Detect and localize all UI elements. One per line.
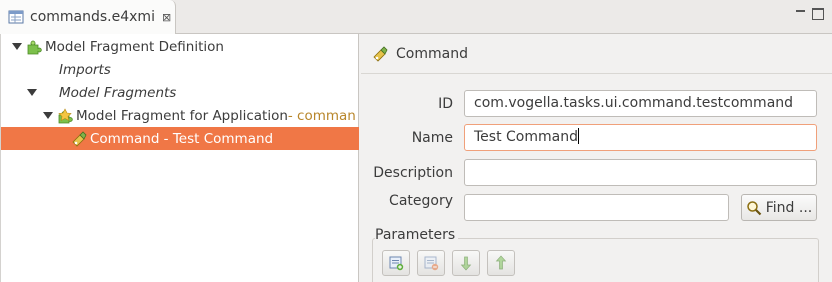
move-up-button[interactable] [487,250,515,276]
description-field[interactable] [464,159,817,186]
move-down-button[interactable] [452,250,480,276]
add-parameter-icon [389,256,404,271]
editor-tab-title: commands.e4xmi [30,9,155,25]
details-title: Command [396,45,468,62]
tree-item-command-test-command[interactable]: Command - Test Command [1,127,359,150]
find-button-label: Find ... [765,199,813,216]
tree-item-label: Command - Test Command [90,130,274,147]
search-icon [747,200,762,215]
e4xmi-file-icon [8,10,24,24]
text-caret [577,128,579,144]
maximize-icon[interactable] [812,8,824,20]
editor-tab[interactable]: commands.e4xmi ⊠ [0,0,176,34]
tree-item-imports[interactable]: Imports [1,58,359,81]
tab-close-icon[interactable]: ⊠ [162,12,171,23]
move-up-icon [495,255,507,270]
command-icon [373,45,388,62]
tree-item-label: Model Fragment Definition [45,38,224,55]
name-field-value: Test Command [474,129,578,145]
expand-arrow-icon[interactable] [27,89,37,96]
parameters-label: Parameters [375,227,459,243]
move-down-icon [460,256,472,271]
puzzle-icon [27,40,42,54]
command-icon [72,130,87,147]
tree-item-label: Imports [59,61,111,78]
add-parameter-button[interactable] [382,250,410,276]
expand-arrow-icon[interactable] [43,112,53,119]
id-field[interactable]: com.vogella.tasks.ui.command.testcommand [464,90,817,117]
tree-item-model-fragment-definition[interactable]: Model Fragment Definition [1,35,359,58]
command-details-panel: Command ID com.vogella.tasks.ui.command.… [361,34,832,282]
remove-parameter-icon [424,256,439,271]
tree-item-model-fragment-for-application[interactable]: Model Fragment for Application - comman [1,104,359,127]
name-field[interactable]: Test Command [464,124,817,151]
editor-tab-bar: commands.e4xmi ⊠ [0,0,832,34]
name-label: Name [411,130,453,146]
find-category-button[interactable]: Find ... [741,194,817,221]
tree-item-label: Model Fragment for Application [76,107,288,124]
tree-item-suffix: - comman [287,107,356,124]
description-label: Description [373,165,453,181]
tree-item-model-fragments[interactable]: Model Fragments [1,81,359,104]
category-field[interactable] [464,194,729,221]
model-tree: Model Fragment Definition Imports Model … [0,34,359,282]
expand-arrow-icon[interactable] [12,43,22,50]
minimize-icon[interactable] [796,8,805,12]
details-header: Command [361,34,832,74]
category-label: Category [389,193,453,209]
tree-item-label: Model Fragments [59,84,177,101]
id-label: ID [438,96,453,112]
fragment-icon [58,107,73,123]
remove-parameter-button[interactable] [417,250,445,276]
